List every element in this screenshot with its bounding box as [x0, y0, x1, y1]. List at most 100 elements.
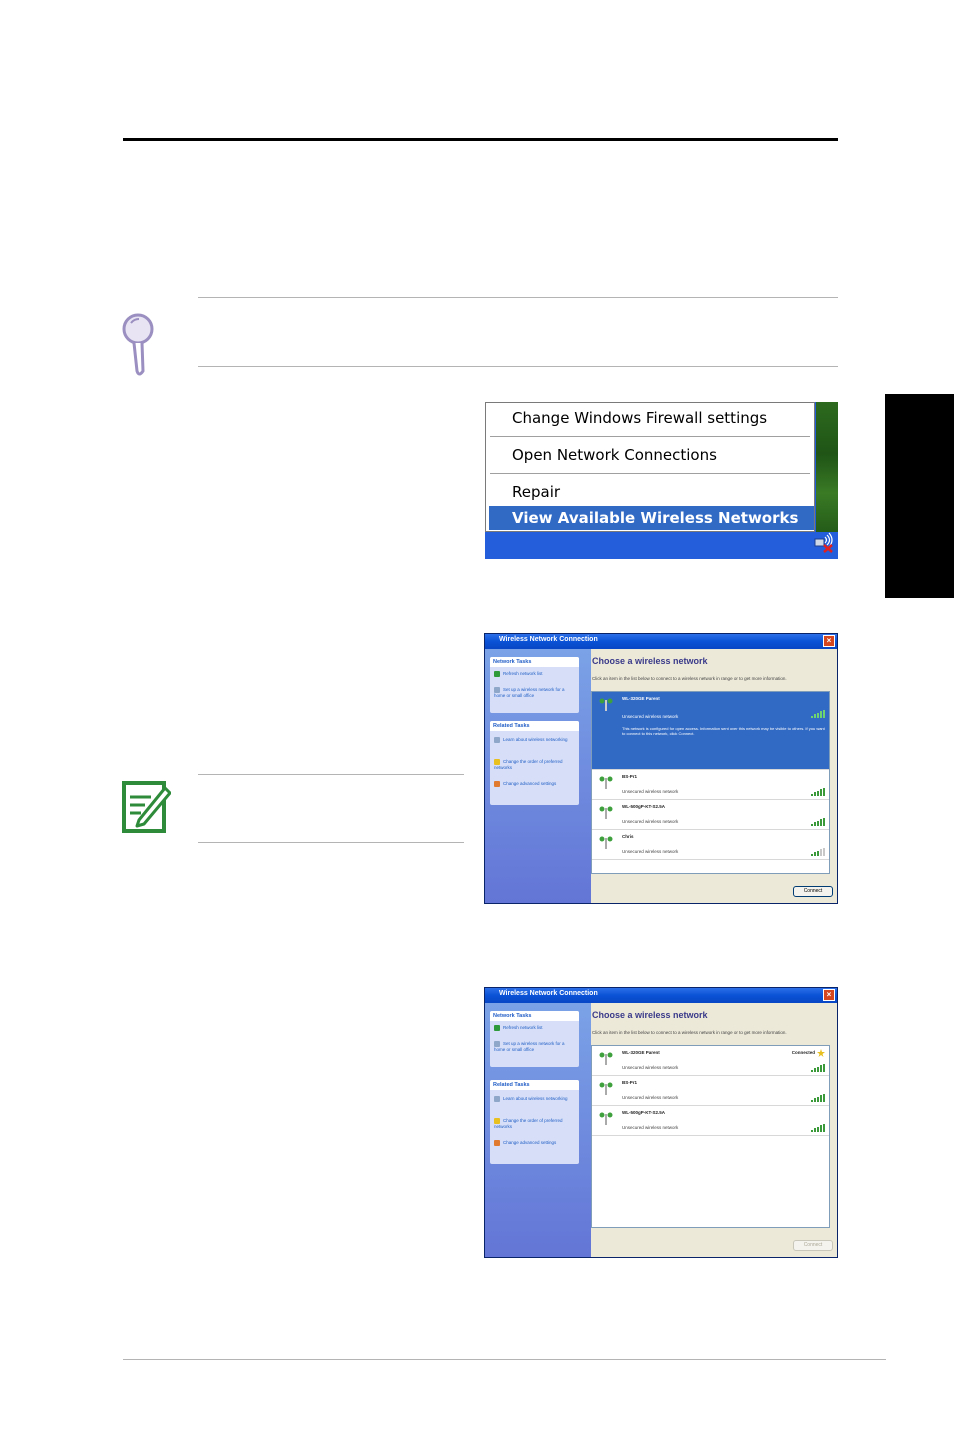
network-list: WL-320GE Parent Unsecured wireless netwo…: [591, 691, 830, 874]
antenna-icon: [599, 1112, 613, 1125]
title-bar: Wireless Network Connection ×: [485, 634, 837, 649]
connect-button[interactable]: Connect: [793, 886, 833, 897]
related-tasks-header: Related Tasks: [490, 721, 579, 731]
menu-item-repair[interactable]: Repair: [512, 483, 560, 501]
network-name: Chris: [622, 834, 634, 839]
menu-separator: [490, 436, 810, 437]
network-description: Unsecured wireless network: [622, 1065, 679, 1070]
task-setup-wireless[interactable]: Set up a wireless network for a home or …: [494, 687, 576, 698]
context-menu: Change Windows Firewall settings Open Ne…: [485, 402, 815, 532]
task-label: Learn about wireless networking: [503, 1096, 568, 1102]
note-top-rule: [198, 774, 464, 775]
network-item-connected[interactable]: WL-320GE Parent Connected Unsecured wire…: [592, 1046, 829, 1076]
antenna-icon: [599, 698, 613, 711]
network-name: WL-320GE Parent: [622, 696, 660, 701]
connect-button[interactable]: Connect: [793, 1240, 833, 1251]
task-pane: Network Tasks Refresh network list Set u…: [485, 1003, 591, 1257]
task-label: Change the order of preferred networks: [494, 1118, 563, 1129]
settings-icon: [494, 781, 500, 787]
network-list: WL-320GE Parent Connected Unsecured wire…: [591, 1045, 830, 1228]
window-title: Wireless Network Connection: [499, 990, 598, 997]
refresh-icon: [494, 671, 500, 677]
close-icon[interactable]: ×: [823, 635, 835, 647]
network-tasks-header: Network Tasks: [490, 1011, 579, 1021]
task-change-order[interactable]: Change the order of preferred networks: [494, 1118, 576, 1129]
signal-bars-icon: [811, 788, 825, 796]
task-label: Learn about wireless networking: [503, 737, 568, 743]
wireless-tray-icon[interactable]: [814, 531, 834, 553]
network-name: WL-500gP-KT-S2.5A: [622, 1110, 666, 1115]
antenna-icon: [599, 776, 613, 789]
antenna-icon: [599, 1082, 613, 1095]
hint-top-rule: [198, 297, 838, 298]
close-icon[interactable]: ×: [823, 989, 835, 1001]
task-label: Change the order of preferred networks: [494, 759, 563, 770]
network-name: WL-320GE Parent: [622, 1050, 660, 1055]
task-label: Change advanced settings: [503, 781, 557, 787]
task-change-order[interactable]: Change the order of preferred networks: [494, 759, 576, 770]
window-title: Wireless Network Connection: [499, 636, 598, 643]
signal-bars-icon: [811, 1124, 825, 1132]
star-icon: [817, 1049, 825, 1057]
menu-item-open-network-connections[interactable]: Open Network Connections: [512, 446, 717, 464]
menu-item-firewall[interactable]: Change Windows Firewall settings: [512, 409, 767, 427]
task-refresh-network-list[interactable]: Refresh network list: [494, 671, 576, 677]
task-setup-wireless[interactable]: Set up a wireless network for a home or …: [494, 1041, 576, 1052]
task-refresh-network-list[interactable]: Refresh network list: [494, 1025, 576, 1031]
antenna-icon: [599, 1052, 613, 1065]
dialog-heading: Choose a wireless network: [592, 1010, 708, 1020]
network-note: This network is configured for open acce…: [622, 726, 825, 736]
task-label: Set up a wireless network for a home or …: [494, 1041, 565, 1052]
connection-status: Connected: [791, 1050, 815, 1055]
task-advanced-settings[interactable]: Change advanced settings: [494, 1140, 576, 1146]
task-learn-wireless[interactable]: Learn about wireless networking: [494, 737, 576, 743]
title-bar: Wireless Network Connection ×: [485, 988, 837, 1003]
hint-bottom-rule: [198, 366, 838, 367]
dialog-subtext: Click an item in the list below to conne…: [592, 676, 787, 681]
desktop-background: [816, 402, 838, 532]
network-description: Unsecured wireless network: [622, 849, 679, 854]
side-tab: [885, 394, 954, 598]
note-bottom-rule: [198, 842, 464, 843]
signal-bars-icon: [811, 710, 825, 718]
network-tasks-group: Network Tasks Refresh network list Set u…: [490, 657, 579, 713]
network-name: WL-500gP-KT-S2.5A: [622, 804, 666, 809]
menu-item-label: View Available Wireless Networks: [512, 509, 799, 527]
network-item[interactable]: Chris Unsecured wireless network: [592, 830, 829, 860]
menu-item-view-wireless-networks[interactable]: View Available Wireless Networks: [489, 506, 814, 530]
network-item[interactable]: WL-500gP-KT-S2.5A Unsecured wireless net…: [592, 1106, 829, 1136]
related-tasks-group: Related Tasks Learn about wireless netwo…: [490, 721, 579, 805]
task-label: Refresh network list: [503, 1025, 543, 1031]
menu-separator: [490, 473, 810, 474]
network-description: Unsecured wireless network: [622, 1095, 679, 1100]
network-item[interactable]: BS-Pr1 Unsecured wireless network: [592, 770, 829, 800]
network-description: Unsecured wireless network: [622, 789, 679, 794]
note-pencil-icon: [122, 781, 171, 833]
wireless-dialog-connected: Wireless Network Connection × Network Ta…: [484, 987, 838, 1258]
network-item-selected[interactable]: WL-320GE Parent Unsecured wireless netwo…: [592, 692, 829, 770]
context-menu-screenshot: Change Windows Firewall settings Open Ne…: [485, 402, 838, 559]
magnifier-hint-icon: [122, 313, 154, 376]
signal-bars-icon: [811, 818, 825, 826]
wireless-dialog-choose: Wireless Network Connection × Network Ta…: [484, 633, 838, 904]
network-description: Unsecured wireless network: [622, 1125, 679, 1130]
network-description: Unsecured wireless network: [622, 819, 679, 824]
network-tasks-header: Network Tasks: [490, 657, 579, 667]
network-item[interactable]: WL-500gP-KT-S2.5A Unsecured wireless net…: [592, 800, 829, 830]
task-learn-wireless[interactable]: Learn about wireless networking: [494, 1096, 576, 1102]
network-item[interactable]: BS-Pr1 Unsecured wireless network: [592, 1076, 829, 1106]
task-label: Set up a wireless network for a home or …: [494, 687, 565, 698]
signal-bars-icon: [811, 1064, 825, 1072]
info-icon: [494, 1096, 500, 1102]
info-icon: [494, 737, 500, 743]
top-rule: [123, 138, 838, 141]
task-pane: Network Tasks Refresh network list Set u…: [485, 649, 591, 903]
signal-bars-icon: [811, 1094, 825, 1102]
settings-icon: [494, 1140, 500, 1146]
network-description: Unsecured wireless network: [622, 714, 679, 719]
network-name: BS-Pr1: [622, 774, 638, 779]
task-advanced-settings[interactable]: Change advanced settings: [494, 781, 576, 787]
signal-bars-icon: [811, 848, 825, 856]
task-label: Change advanced settings: [503, 1140, 557, 1146]
related-tasks-group: Related Tasks Learn about wireless netwo…: [490, 1080, 579, 1164]
